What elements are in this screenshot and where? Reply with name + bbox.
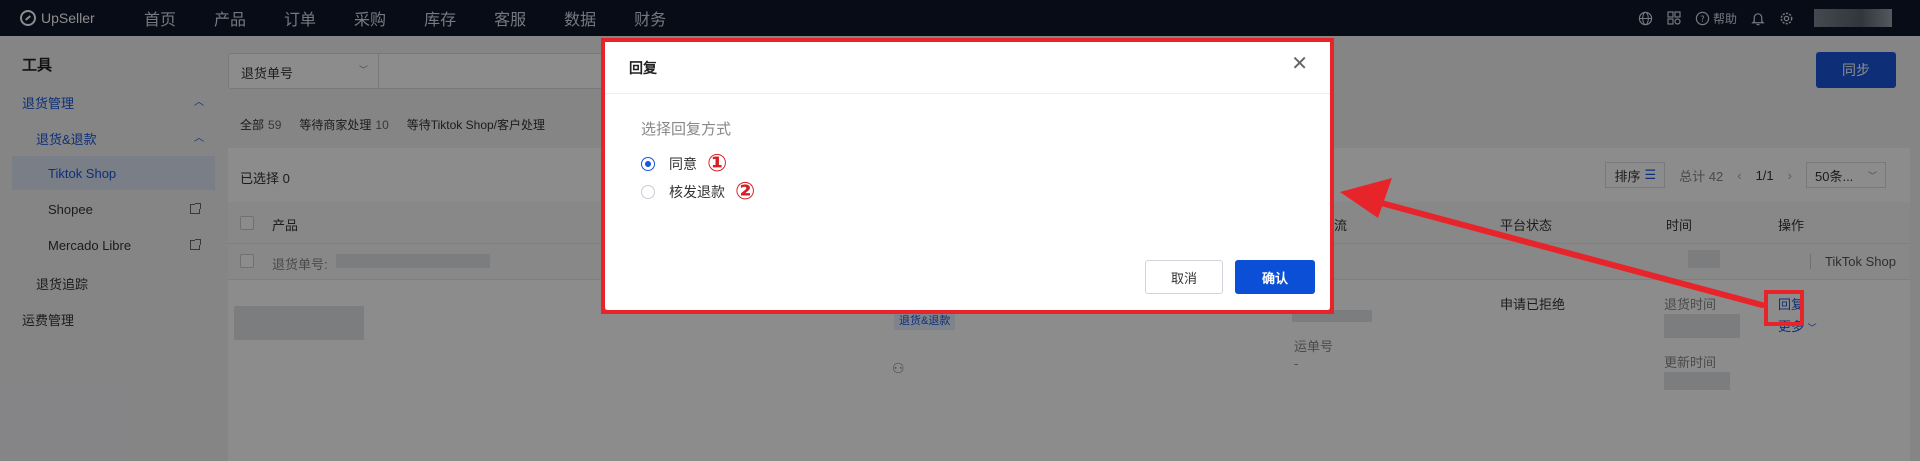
- annotation-marker-1: ①: [707, 150, 728, 177]
- annotation-marker-2: ②: [735, 178, 756, 205]
- option-agree[interactable]: 同意 ①: [641, 152, 727, 176]
- cancel-button[interactable]: 取消: [1145, 260, 1223, 294]
- option-label: 核发退款: [669, 184, 725, 200]
- dialog-header: 回复 ✕: [605, 40, 1330, 94]
- reply-method-prompt: 选择回复方式: [641, 121, 732, 138]
- radio-agree[interactable]: [641, 157, 655, 171]
- close-icon[interactable]: ✕: [1291, 54, 1308, 74]
- option-label: 同意: [669, 156, 697, 172]
- option-issue-refund[interactable]: 核发退款 ②: [641, 180, 755, 204]
- confirm-button[interactable]: 确认: [1235, 260, 1315, 294]
- radio-issue-refund[interactable]: [641, 185, 655, 199]
- dialog-title: 回复: [629, 60, 657, 76]
- reply-dialog: 回复 ✕ 选择回复方式 同意 ① 核发退款 ② 取消 确认: [605, 40, 1330, 310]
